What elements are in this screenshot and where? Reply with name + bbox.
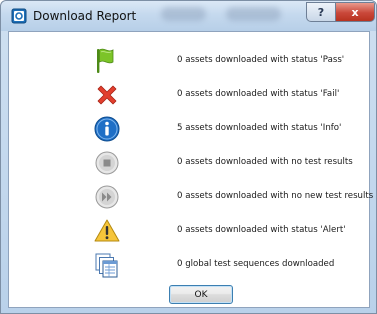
window-title: Download Report: [33, 9, 137, 23]
list-item: 0 assets downloaded with no test results: [9, 148, 369, 182]
status-text: 0 assets downloaded with no test results: [177, 157, 353, 167]
app-icon: [11, 8, 27, 24]
list-item: 0 assets downloaded with no new test res…: [9, 182, 373, 216]
status-text: 0 assets downloaded with no new test res…: [177, 191, 374, 201]
dialog-body: 0 assets downloaded with status 'Pass' 0…: [8, 31, 373, 308]
warning-icon: [94, 219, 120, 242]
list-item: 0 assets downloaded with status 'Alert': [9, 216, 369, 250]
close-button[interactable]: x: [335, 2, 375, 22]
list-item: 5 assets downloaded with status 'Info': [9, 114, 369, 148]
status-text: 5 assets downloaded with status 'Info': [177, 123, 342, 133]
no-new-results-icon: [95, 185, 119, 209]
info-icon: [94, 116, 120, 142]
close-icon: x: [351, 5, 359, 19]
download-report-dialog: Download Report ? x 0 assets downloaded …: [0, 0, 377, 314]
green-flag-icon: [97, 48, 114, 73]
title-bar-glass: [226, 7, 281, 21]
ok-button[interactable]: OK: [169, 285, 233, 304]
list-item: 0 global test sequences downloaded: [9, 250, 369, 284]
status-text: 0 global test sequences downloaded: [177, 259, 335, 269]
help-button[interactable]: ?: [306, 2, 336, 22]
status-text: 0 assets downloaded with status 'Alert': [177, 225, 346, 235]
title-bar[interactable]: Download Report ? x: [1, 1, 376, 31]
no-results-icon: [95, 151, 119, 175]
red-x-icon: [97, 85, 117, 105]
status-text: 0 assets downloaded with status 'Pass': [177, 55, 345, 65]
status-text: 0 assets downloaded with status 'Fail': [177, 89, 340, 99]
title-bar-glass: [161, 7, 206, 21]
help-icon: ?: [317, 5, 325, 19]
list-item: 0 assets downloaded with status 'Pass': [9, 46, 369, 80]
sequences-icon: [95, 253, 118, 278]
list-item: 0 assets downloaded with status 'Fail': [9, 80, 369, 114]
